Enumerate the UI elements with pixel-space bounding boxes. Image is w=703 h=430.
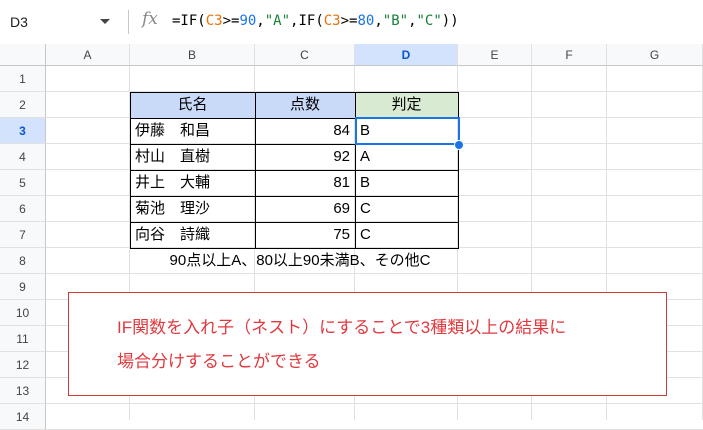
row-header-5[interactable]: 5	[0, 170, 46, 196]
select-all-corner[interactable]	[0, 44, 46, 66]
formula-token: C3	[323, 13, 341, 29]
row-header-8[interactable]: 8	[0, 248, 46, 274]
table-border	[355, 92, 356, 248]
table-cell-score[interactable]: 92	[255, 144, 355, 170]
table-cell-score[interactable]: 75	[255, 222, 355, 248]
table-border	[130, 196, 459, 197]
formula-input[interactable]: =IF(C3>=90,"A",IF(C3>=80,"B","C"))	[172, 13, 459, 29]
formula-token: >=	[340, 13, 358, 29]
row-header-9[interactable]: 9	[0, 274, 46, 300]
column-header-g[interactable]: G	[607, 44, 703, 66]
table-header-grade[interactable]: 判定	[355, 92, 458, 118]
row-header-3[interactable]: 3	[0, 118, 46, 144]
name-box-cell-ref: D3	[10, 14, 28, 30]
row-header-12[interactable]: 12	[0, 352, 46, 378]
table-border	[130, 92, 459, 93]
table-border	[130, 222, 459, 223]
formula-token: 80	[357, 13, 375, 29]
formula-token: "B"	[382, 13, 409, 29]
column-header-d[interactable]: D	[355, 44, 458, 66]
row-header-14[interactable]: 14	[0, 404, 46, 430]
formula-token: ,	[256, 13, 265, 29]
table-cell-name[interactable]: 井上 大輔	[130, 170, 255, 196]
column-header-e[interactable]: E	[458, 44, 532, 66]
table-border	[130, 170, 459, 171]
formula-token: "A"	[264, 13, 291, 29]
row-header-10[interactable]: 10	[0, 300, 46, 326]
formula-token: ,IF(	[290, 13, 324, 29]
name-box[interactable]: D3	[0, 8, 120, 36]
table-header-name[interactable]: 氏名	[130, 92, 255, 118]
table-cell-score[interactable]: 69	[255, 196, 355, 222]
table-border	[255, 92, 256, 248]
callout-line-2: 場合分けすることができる	[117, 352, 321, 371]
function-icon: fx	[142, 9, 158, 29]
column-header-b[interactable]: B	[130, 44, 255, 66]
column-header-c[interactable]: C	[255, 44, 355, 66]
spreadsheet-grid: A B C D E F G 1 2 3 4 5 6 7 8 9 10 11 12 13 14 氏名 点数 判定 伊藤 和昌 84 B…	[0, 44, 703, 430]
fill-handle[interactable]	[454, 140, 464, 150]
criteria-note[interactable]: 90点以上A、80以上90未満B、その他C	[130, 248, 470, 274]
table-cell-grade[interactable]: C	[355, 222, 458, 248]
formula-bar-divider	[128, 10, 129, 34]
formula-token: C3	[205, 13, 223, 29]
row-header-4[interactable]: 4	[0, 144, 46, 170]
row-header-11[interactable]: 11	[0, 326, 46, 352]
table-cell-grade[interactable]: B	[355, 170, 458, 196]
table-border	[130, 92, 131, 248]
table-cell-name[interactable]: 向谷 詩織	[130, 222, 255, 248]
row-header-7[interactable]: 7	[0, 222, 46, 248]
row-header-2[interactable]: 2	[0, 92, 46, 118]
formula-token: "C"	[416, 13, 442, 29]
table-cell-name[interactable]: 伊藤 和昌	[130, 118, 255, 144]
table-cell-name[interactable]: 菊池 理沙	[130, 196, 255, 222]
row-header-1[interactable]: 1	[0, 66, 46, 92]
table-cell-name[interactable]: 村山 直樹	[130, 144, 255, 170]
table-cell-grade[interactable]: C	[355, 196, 458, 222]
table-cell-score[interactable]: 81	[255, 170, 355, 196]
formula-token: ,	[408, 13, 417, 29]
table-cell-score[interactable]: 84	[255, 118, 355, 144]
active-cell-selection[interactable]	[355, 117, 460, 145]
formula-token: ))	[441, 13, 459, 29]
callout-line-1: IF関数を入れ子（ネスト）にすることで3種類以上の結果に	[117, 318, 567, 337]
formula-token: 90	[239, 13, 257, 29]
row-gridline	[46, 403, 703, 404]
row-header-13[interactable]: 13	[0, 378, 46, 404]
formula-bar: D3 fx =IF(C3>=90,"A",IF(C3>=80,"B","C"))	[0, 0, 703, 45]
table-border	[458, 92, 459, 248]
column-header-f[interactable]: F	[532, 44, 607, 66]
table-cell-grade[interactable]: A	[355, 144, 458, 170]
explanation-callout: IF関数を入れ子（ネスト）にすることで3種類以上の結果に 場合分けすることができる	[68, 292, 667, 396]
chevron-down-icon[interactable]	[100, 19, 110, 24]
formula-token: ,	[374, 13, 383, 29]
formula-token: >=	[222, 13, 240, 29]
column-header-a[interactable]: A	[46, 44, 130, 66]
table-header-score[interactable]: 点数	[255, 92, 355, 118]
row-header-6[interactable]: 6	[0, 196, 46, 222]
formula-token: =IF(	[172, 13, 206, 29]
